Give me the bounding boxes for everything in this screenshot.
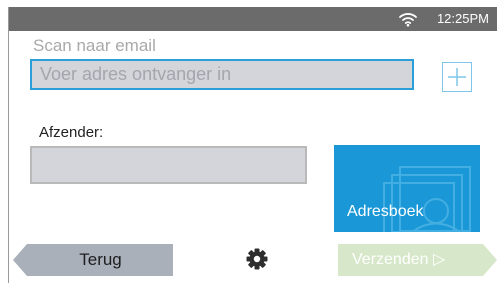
- status-bar: 12:25PM: [9, 7, 497, 31]
- send-button-label: Verzenden ▷: [352, 251, 446, 268]
- back-button-label: Terug: [79, 250, 122, 269]
- scanner-screen: 12:25PM Scan naar email Voer adres ontva…: [8, 7, 497, 283]
- page-title: Scan naar email: [33, 36, 156, 55]
- wifi-icon: [399, 13, 417, 27]
- gear-icon[interactable]: [246, 248, 268, 270]
- send-button[interactable]: Verzenden ▷: [338, 244, 497, 276]
- clock: 12:25PM: [436, 11, 489, 26]
- addressbook-button[interactable]: Adresboek: [334, 145, 480, 232]
- sender-input[interactable]: [30, 146, 307, 184]
- add-recipient-button[interactable]: [442, 62, 472, 92]
- sender-label: Afzender:: [39, 124, 104, 141]
- back-button[interactable]: Terug: [13, 244, 173, 276]
- recipient-address-input[interactable]: Voer adres ontvanger in: [30, 59, 414, 90]
- addressbook-label: Adresboek: [347, 203, 424, 220]
- plus-icon: [448, 68, 466, 86]
